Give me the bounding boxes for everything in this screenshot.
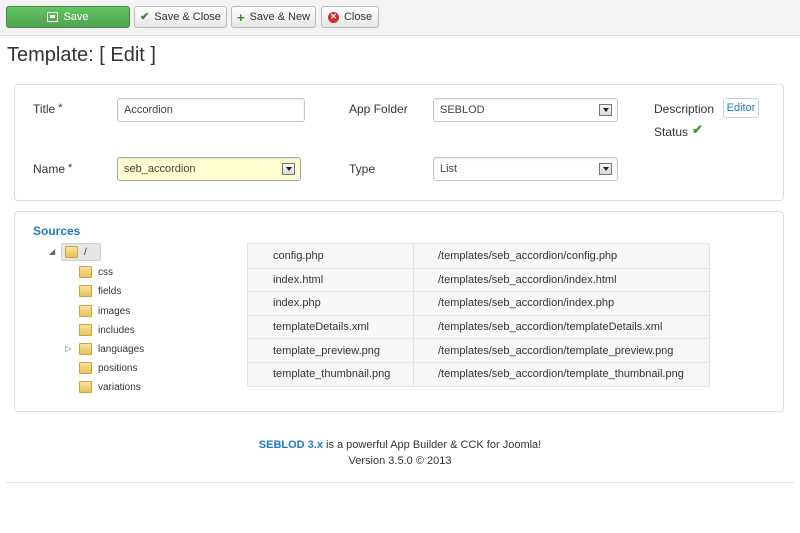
footer-divider bbox=[6, 482, 794, 483]
tree-folder-label: languages bbox=[98, 343, 145, 355]
file-name[interactable]: index.php bbox=[248, 292, 414, 315]
tree-folder-fields[interactable]: fields bbox=[79, 285, 121, 297]
name-select[interactable]: seb_accordion bbox=[117, 157, 301, 181]
folder-icon bbox=[79, 305, 92, 317]
tree-folder-includes[interactable]: includes bbox=[79, 324, 135, 336]
app-folder-label: App Folder bbox=[349, 102, 408, 116]
close-button-label: Close bbox=[343, 11, 373, 23]
table-row[interactable]: template_preview.png /templates/seb_acco… bbox=[248, 338, 709, 362]
seblod-link[interactable]: SEBLOD 3.x bbox=[259, 439, 323, 451]
file-table: config.php /templates/seb_accordion/conf… bbox=[247, 243, 710, 387]
file-path: /templates/seb_accordion/template_previe… bbox=[438, 344, 674, 357]
app-folder-select-value: SEBLOD bbox=[440, 104, 485, 116]
tree-root-label: / bbox=[84, 246, 87, 258]
sources-title: Sources bbox=[33, 224, 81, 238]
save-button[interactable]: Save bbox=[6, 6, 130, 28]
tree-folder-label: css bbox=[98, 266, 113, 278]
required-mark: * bbox=[58, 102, 63, 114]
folder-icon bbox=[79, 381, 92, 393]
file-name[interactable]: index.html bbox=[248, 268, 414, 292]
footer-version: Version 3.5.0 © 2013 bbox=[348, 455, 452, 467]
save-new-button[interactable]: + Save & New bbox=[231, 6, 316, 28]
folder-icon bbox=[79, 266, 92, 278]
save-icon bbox=[47, 12, 59, 22]
footer-tagline-text: is a powerful App Builder & CCK for Joom… bbox=[322, 439, 542, 451]
save-new-button-label: Save & New bbox=[249, 11, 311, 23]
type-select[interactable]: List bbox=[433, 157, 618, 181]
file-path: /templates/seb_accordion/template_thumbn… bbox=[438, 368, 684, 381]
name-label-text: Name bbox=[33, 162, 66, 176]
close-button[interactable]: ✕ Close bbox=[321, 6, 379, 28]
status-label: Status bbox=[654, 125, 689, 139]
editor-button[interactable]: Editor bbox=[723, 98, 759, 118]
file-name[interactable]: template_thumbnail.png bbox=[248, 362, 414, 386]
description-label: Description bbox=[654, 102, 715, 116]
save-button-label: Save bbox=[63, 11, 89, 23]
chevron-down-icon[interactable] bbox=[599, 104, 612, 116]
file-path: /templates/seb_accordion/config.php bbox=[438, 249, 618, 262]
footer-tagline: SEBLOD 3.x is a powerful App Builder & C… bbox=[0, 439, 800, 451]
table-row[interactable]: config.php /templates/seb_accordion/conf… bbox=[248, 244, 709, 268]
table-row[interactable]: template_thumbnail.png /templates/seb_ac… bbox=[248, 361, 709, 386]
folder-icon bbox=[79, 362, 92, 374]
required-mark: * bbox=[68, 162, 73, 174]
table-row[interactable]: templateDetails.xml /templates/seb_accor… bbox=[248, 314, 709, 339]
toolbar: Save ✔ Save & Close + Save & New ✕ Close bbox=[0, 0, 800, 36]
file-path: /templates/seb_accordion/index.php bbox=[438, 297, 615, 310]
template-form-panel: Title * Accordion Name * seb_accordion App… bbox=[14, 84, 784, 201]
check-icon: ✔ bbox=[140, 10, 150, 23]
file-name[interactable]: config.php bbox=[248, 244, 414, 268]
tree-folder-label: positions bbox=[98, 362, 138, 374]
tree-folder-css[interactable]: css bbox=[79, 266, 113, 278]
app-folder-select[interactable]: SEBLOD bbox=[433, 98, 618, 122]
folder-icon bbox=[79, 285, 92, 297]
tree-expand-icon[interactable]: ▷ bbox=[65, 344, 71, 353]
title-input-value: Accordion bbox=[124, 104, 173, 116]
folder-icon bbox=[79, 343, 92, 355]
table-row[interactable]: index.php /templates/seb_accordion/index… bbox=[248, 291, 709, 315]
tree-folder-languages[interactable]: languages bbox=[79, 343, 144, 355]
title-input[interactable]: Accordion bbox=[117, 98, 305, 122]
tree-folder-label: fields bbox=[98, 285, 122, 297]
title-label-text: Title bbox=[33, 102, 56, 116]
save-close-button-label: Save & Close bbox=[154, 11, 221, 23]
chevron-down-icon[interactable] bbox=[599, 163, 612, 175]
tree-folder-label: includes bbox=[98, 324, 135, 336]
name-label: Name * bbox=[33, 162, 72, 176]
name-select-value: seb_accordion bbox=[124, 163, 196, 175]
sources-panel: Sources ◢ / css fields images includes ▷… bbox=[14, 211, 784, 412]
tree-folder-label: variations bbox=[98, 381, 141, 393]
status-check-icon: ✔ bbox=[692, 122, 703, 137]
type-label: Type bbox=[349, 162, 376, 176]
tree-folder-positions[interactable]: positions bbox=[79, 362, 137, 374]
type-select-value: List bbox=[440, 163, 458, 175]
folder-icon bbox=[65, 246, 78, 258]
file-name[interactable]: templateDetails.xml bbox=[248, 315, 414, 339]
file-path: /templates/seb_accordion/index.html bbox=[438, 273, 617, 286]
tree-collapse-icon[interactable]: ◢ bbox=[49, 247, 55, 256]
tree-folder-variations[interactable]: variations bbox=[79, 381, 141, 393]
plus-icon: + bbox=[236, 9, 245, 25]
file-path: /templates/seb_accordion/templateDetails… bbox=[438, 321, 663, 334]
title-label: Title * bbox=[33, 102, 63, 116]
folder-icon bbox=[79, 324, 92, 336]
chevron-down-icon[interactable] bbox=[282, 163, 295, 175]
table-row[interactable]: index.html /templates/seb_accordion/inde… bbox=[248, 267, 709, 292]
file-name[interactable]: template_preview.png bbox=[248, 339, 414, 362]
tree-root[interactable]: / bbox=[65, 246, 87, 258]
tree-folder-label: images bbox=[98, 305, 131, 317]
close-icon: ✕ bbox=[327, 11, 339, 23]
page-title: Template: [ Edit ] bbox=[7, 44, 156, 66]
save-close-button[interactable]: ✔ Save & Close bbox=[134, 6, 227, 28]
tree-folder-images[interactable]: images bbox=[79, 305, 130, 317]
